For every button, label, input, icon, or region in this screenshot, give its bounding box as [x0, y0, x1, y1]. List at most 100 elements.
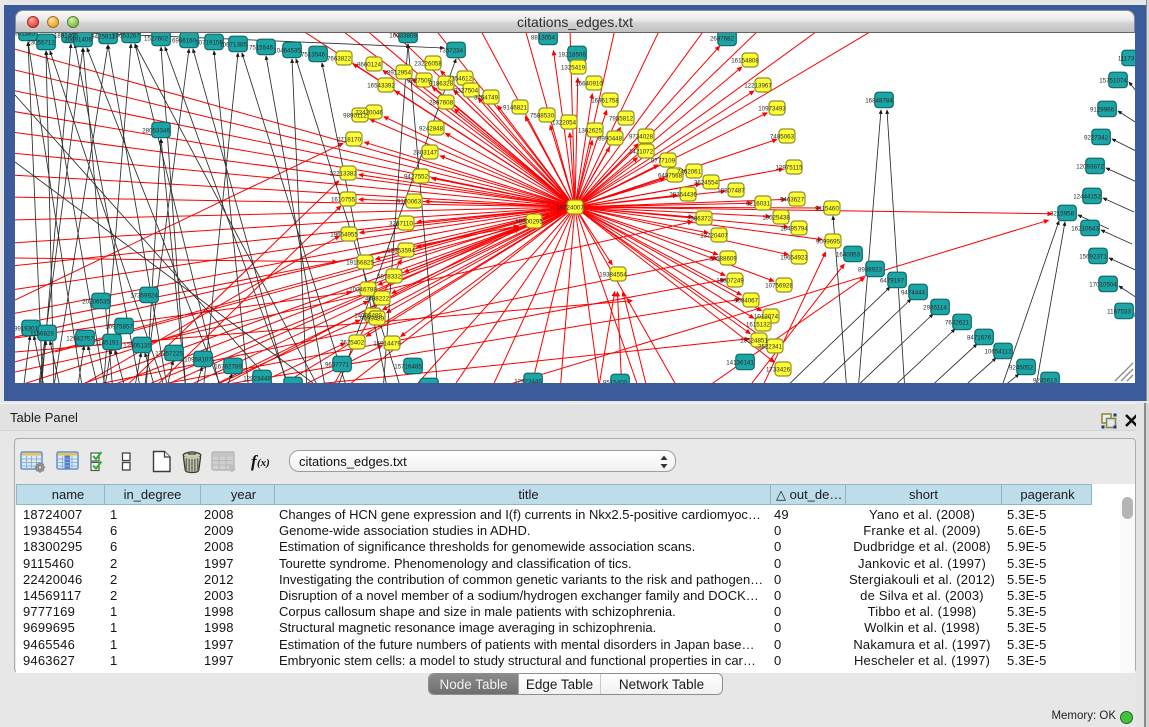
- svg-text:8471676: 8471676: [967, 335, 992, 342]
- svg-text:16210643: 16210643: [1071, 226, 1099, 233]
- svg-text:9327509: 9327509: [407, 78, 432, 85]
- svg-text:10688609: 10688609: [709, 256, 737, 263]
- svg-text:16640910: 16640910: [575, 81, 603, 88]
- svg-text:2935114: 2935114: [923, 305, 947, 312]
- svg-text:2803147: 2803147: [413, 150, 438, 157]
- svg-text:2687682: 2687682: [710, 36, 735, 43]
- svg-text:2867608: 2867608: [429, 100, 454, 107]
- svg-text:1145191: 1145191: [95, 340, 119, 347]
- svg-text:1901385: 1901385: [15, 33, 36, 38]
- svg-text:12213967: 12213967: [744, 83, 772, 90]
- svg-text:7513546: 7513546: [301, 52, 326, 59]
- svg-text:28053346: 28053346: [142, 128, 170, 135]
- svg-text:1012074: 1012074: [754, 314, 779, 321]
- svg-text:20364436: 20364436: [669, 192, 697, 199]
- svg-text:7663822: 7663822: [327, 56, 352, 63]
- svg-text:20206535: 20206535: [82, 299, 110, 306]
- svg-text:1640953: 1640953: [836, 252, 861, 259]
- svg-text:7357234: 7357234: [439, 48, 464, 55]
- svg-text:9242848: 9242848: [419, 126, 444, 133]
- svg-text:8990448: 8990448: [598, 136, 623, 143]
- svg-text:2522341: 2522341: [758, 344, 783, 351]
- svg-text:17957225: 17957225: [155, 351, 183, 358]
- svg-text:10807487: 10807487: [717, 188, 745, 195]
- svg-text:10671385: 10671385: [219, 42, 247, 49]
- svg-text:16154808: 16154808: [731, 58, 759, 65]
- svg-text:19218506: 19218506: [558, 52, 586, 59]
- svg-text:2354612: 2354612: [448, 76, 473, 83]
- svg-text:9227342: 9227342: [1084, 135, 1109, 142]
- svg-text:4498222: 4498222: [365, 296, 390, 303]
- svg-text:9777109: 9777109: [651, 158, 676, 165]
- svg-text:7955812: 7955812: [609, 116, 634, 123]
- svg-text:9890112: 9890112: [343, 113, 367, 120]
- svg-text:9129966: 9129966: [1090, 107, 1115, 114]
- svg-text:1527602: 1527602: [144, 36, 169, 43]
- svg-text:12444152: 12444152: [1073, 194, 1101, 201]
- svg-text:10975857: 10975857: [105, 324, 133, 331]
- svg-text:7632621: 7632621: [945, 320, 970, 327]
- svg-text:12213383: 12213383: [329, 171, 357, 178]
- svg-text:23055712: 23055712: [27, 40, 55, 47]
- svg-text:10654112: 10654112: [984, 349, 1012, 356]
- svg-text:20691406: 20691406: [64, 37, 92, 44]
- svg-text:3215958: 3215958: [1050, 211, 1075, 218]
- svg-text:10046788: 10046788: [349, 287, 377, 294]
- svg-text:1610755: 1610755: [331, 197, 356, 204]
- svg-text:16033809: 16033809: [389, 33, 417, 40]
- svg-text:1615132: 1615132: [746, 322, 771, 329]
- svg-text:7588530: 7588530: [530, 113, 555, 120]
- svg-text:9427552: 9427552: [404, 174, 429, 181]
- svg-text:9146821: 9146821: [503, 105, 528, 112]
- svg-text:7625402: 7625402: [340, 340, 365, 347]
- svg-text:10756928: 10756928: [765, 283, 793, 290]
- svg-text:9474444: 9474444: [901, 290, 926, 297]
- svg-text:19654955: 19654955: [330, 232, 358, 239]
- svg-text:7485063: 7485063: [770, 134, 795, 141]
- svg-text:19654923: 19654923: [780, 255, 808, 262]
- svg-text:17359924: 17359924: [130, 293, 158, 300]
- svg-text:1325419: 1325419: [561, 65, 586, 72]
- svg-text:12975115: 12975115: [775, 165, 803, 172]
- svg-text:19166825: 19166825: [346, 260, 374, 267]
- svg-text:5878332: 5878332: [377, 274, 402, 281]
- svg-text:9463627: 9463627: [780, 197, 805, 204]
- svg-text:18495794: 18495794: [780, 226, 808, 233]
- svg-text:10464535: 10464535: [273, 48, 301, 55]
- svg-text:7462061: 7462061: [677, 169, 702, 176]
- svg-text:7515546: 7515546: [249, 45, 274, 52]
- svg-text:8813054: 8813054: [531, 35, 556, 42]
- svg-text:10653267: 10653267: [112, 33, 140, 40]
- svg-text:15692371: 15692371: [1079, 254, 1107, 261]
- svg-text:9084067: 9084067: [734, 298, 759, 305]
- svg-text:14136141: 14136141: [726, 360, 754, 367]
- svg-text:6966160: 6966160: [172, 38, 197, 45]
- svg-text:16848784: 16848784: [865, 98, 893, 105]
- svg-text:8660124: 8660124: [357, 62, 382, 69]
- svg-text:15751074: 15751074: [1099, 78, 1127, 85]
- svg-text:9099695: 9099695: [816, 239, 841, 246]
- svg-text:1362625: 1362625: [578, 128, 603, 135]
- svg-text:9734028: 9734028: [629, 134, 654, 141]
- svg-text:12505135: 12505135: [123, 343, 151, 350]
- svg-text:15914479: 15914479: [373, 341, 401, 348]
- svg-text:1167533: 1167533: [1107, 309, 1131, 316]
- svg-text:12923446: 12923446: [514, 379, 542, 384]
- svg-text:18724007: 18724007: [556, 205, 584, 212]
- svg-text:(x): (x): [257, 457, 270, 469]
- svg-text:8912954: 8912954: [387, 70, 412, 77]
- svg-text:6216031: 6216031: [746, 201, 771, 208]
- svg-text:2386372: 2386372: [687, 216, 712, 223]
- svg-text:3624554: 3624554: [694, 180, 719, 187]
- svg-text:9245052: 9245052: [1009, 365, 1034, 372]
- svg-text:1156829: 1156829: [30, 331, 54, 338]
- svg-text:16782789: 16782789: [214, 364, 242, 371]
- svg-text:12093872: 12093872: [1076, 164, 1104, 171]
- svg-text:9099489: 9099489: [360, 316, 385, 323]
- svg-text:1322054: 1322054: [552, 120, 577, 127]
- svg-text:1733426: 1733426: [766, 367, 791, 374]
- svg-text:16543392: 16543392: [367, 83, 395, 90]
- svg-text:9657771: 9657771: [325, 362, 350, 369]
- svg-text:15716485: 15716485: [394, 364, 422, 371]
- svg-text:8938923: 8938923: [858, 267, 883, 274]
